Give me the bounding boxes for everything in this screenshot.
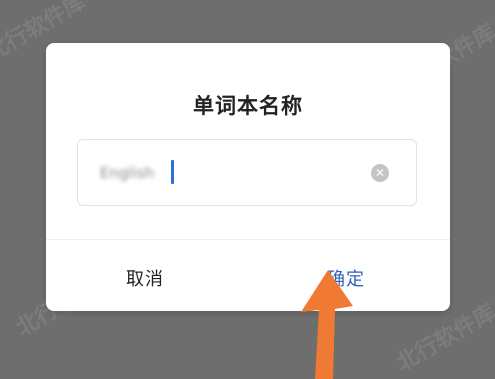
dialog-title: 单词本名称 [193,94,303,118]
text-cursor [171,160,174,184]
clear-icon[interactable]: ✕ [371,164,389,182]
arrow-icon [301,270,353,379]
input-value: English [100,164,155,182]
cancel-button[interactable]: 取消 [126,265,164,291]
dialog: 单词本名称 English ✕ 取消 确定 [46,43,450,311]
notebook-name-input[interactable]: English ✕ [77,139,417,206]
divider [46,239,450,240]
